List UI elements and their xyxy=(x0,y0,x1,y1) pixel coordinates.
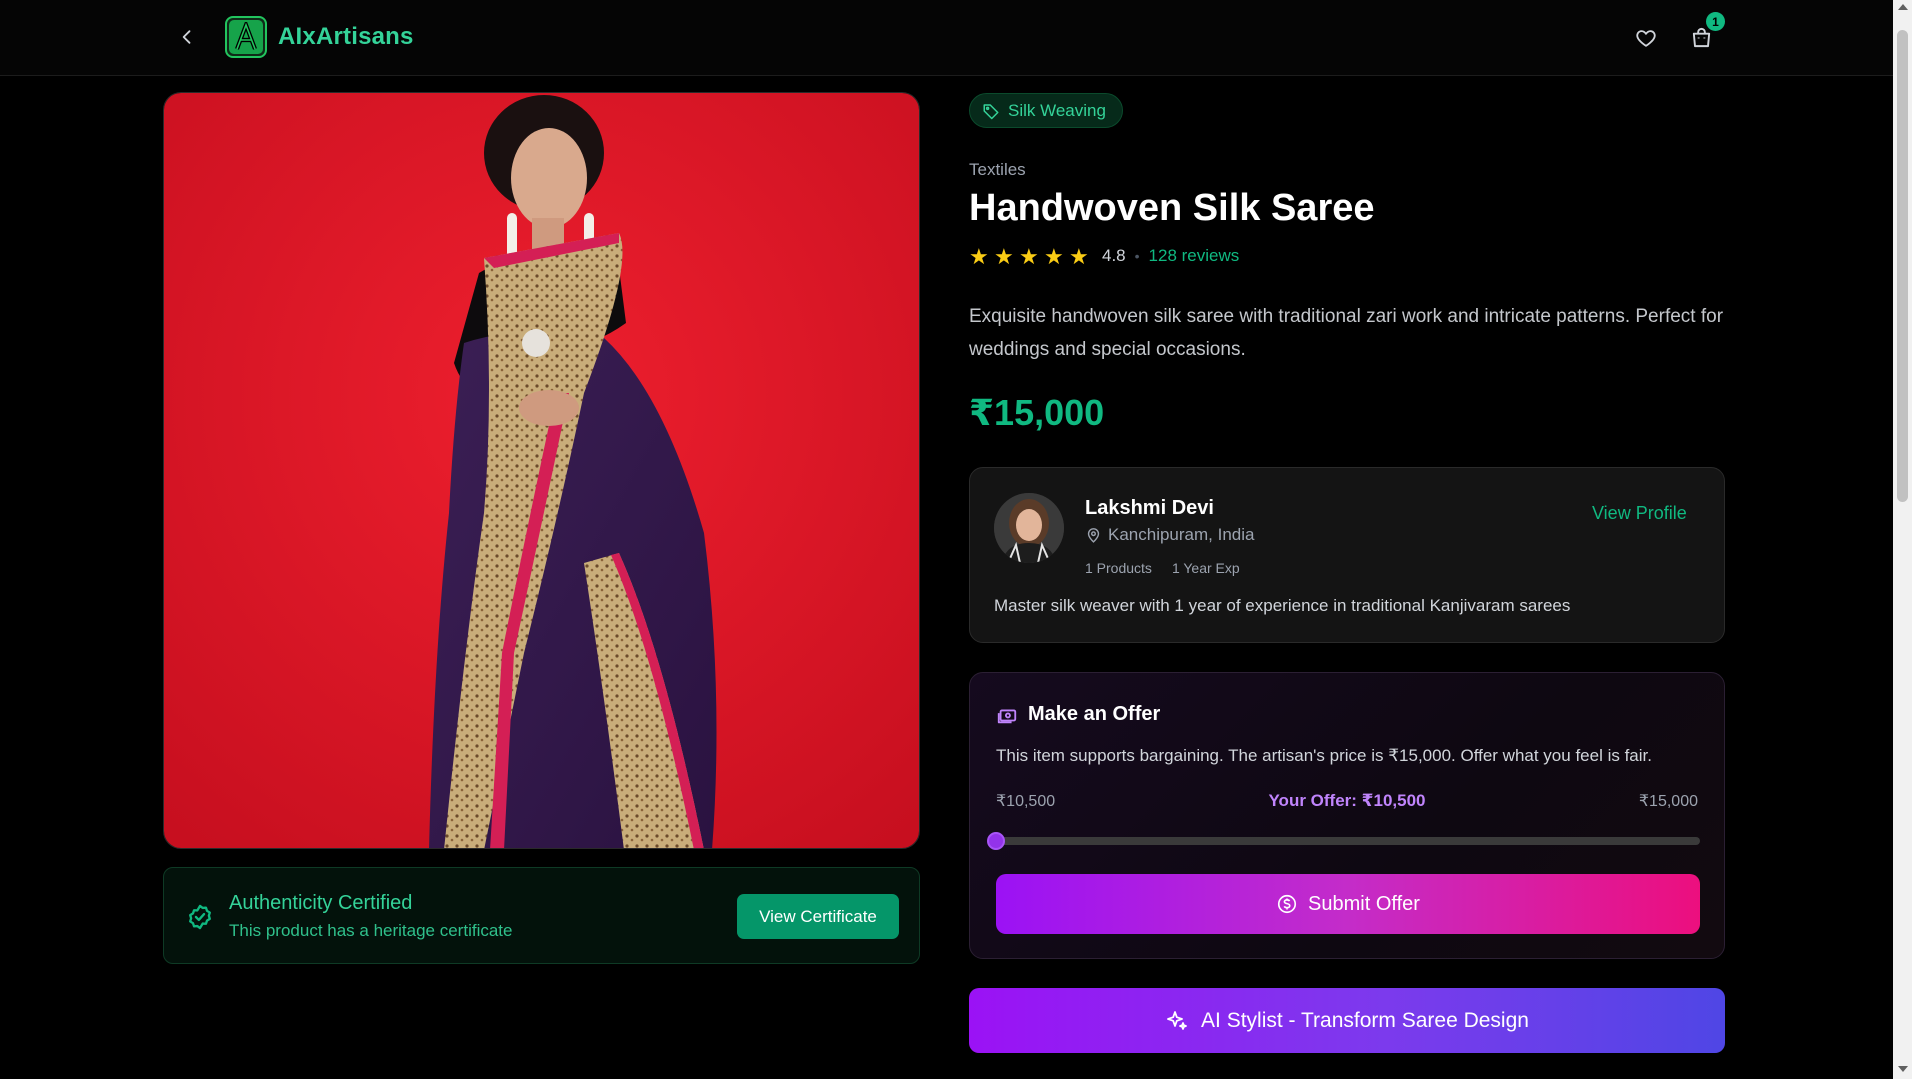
offer-slider-thumb[interactable] xyxy=(987,832,1005,850)
star-icon: ★ xyxy=(994,243,1014,269)
star-icon: ★ xyxy=(969,243,989,269)
offer-description: This item supports bargaining. The artis… xyxy=(996,746,1652,765)
cash-icon xyxy=(997,709,1017,723)
view-certificate-button[interactable]: View Certificate xyxy=(737,894,899,939)
offer-title: Make an Offer xyxy=(1028,703,1161,725)
artisan-location-text: Kanchipuram, India xyxy=(1108,525,1255,544)
sparkles-icon xyxy=(1167,1010,1187,1030)
product-title: Handwoven Silk Saree xyxy=(969,187,1375,229)
chevron-left-icon xyxy=(182,30,191,44)
artisan-stats: 1 Products 1 Year Exp xyxy=(1085,560,1240,576)
artisan-experience: 1 Year Exp xyxy=(1171,560,1240,576)
artisan-card: Lakshmi Devi Kanchipuram, India 1 Produc… xyxy=(969,467,1725,643)
scroll-down-arrow-icon[interactable] xyxy=(1898,1066,1908,1072)
separator-dot: • xyxy=(1134,248,1140,264)
saree-photo xyxy=(164,93,919,848)
make-offer-card: Make an Offer This item supports bargain… xyxy=(969,672,1725,959)
star-icon: ★ xyxy=(1019,243,1039,269)
map-pin-icon xyxy=(1087,527,1100,543)
authenticity-card: Authenticity Certified This product has … xyxy=(163,867,920,964)
ai-stylist-button[interactable]: AI Stylist - Transform Saree Design xyxy=(969,988,1725,1053)
heart-icon xyxy=(1636,30,1656,47)
artisan-products-count: 1 Products xyxy=(1085,560,1152,576)
reviews-link[interactable]: 128 reviews xyxy=(1149,246,1240,266)
dollar-coin-icon xyxy=(1277,894,1297,914)
product-image[interactable] xyxy=(163,92,920,849)
star-rating: ★ ★ ★ ★ ★ xyxy=(969,243,1090,269)
view-profile-link[interactable]: View Profile xyxy=(1592,503,1687,524)
artisan-bio: Master silk weaver with 1 year of experi… xyxy=(994,596,1571,615)
your-offer-text: Your Offer: ₹10,500 xyxy=(1268,791,1426,810)
verified-badge-icon xyxy=(189,904,211,930)
product-price: ₹15,000 xyxy=(969,392,1105,433)
offer-max-label: ₹15,000 xyxy=(1638,793,1698,810)
page-scrollbar[interactable] xyxy=(1893,0,1912,1079)
craft-tag-label: Silk Weaving xyxy=(1008,100,1106,120)
ai-stylist-label: AI Stylist - Transform Saree Design xyxy=(1201,1008,1529,1032)
offer-header: Make an Offer xyxy=(996,703,1160,726)
submit-offer-button[interactable]: Submit Offer xyxy=(996,874,1700,934)
craft-tag[interactable]: Silk Weaving xyxy=(969,93,1123,128)
back-button[interactable] xyxy=(172,22,202,52)
logo-letter-a-icon xyxy=(229,20,263,54)
star-icon: ★ xyxy=(1044,243,1064,269)
offer-slider[interactable] xyxy=(987,832,1700,850)
scrollbar-thumb[interactable] xyxy=(1897,30,1908,502)
top-navigation-bar: AIxArtisans 1 xyxy=(0,0,1893,76)
tag-icon xyxy=(983,103,999,119)
brand-name[interactable]: AIxArtisans xyxy=(278,23,414,51)
rating-value: 4.8 xyxy=(1102,246,1126,265)
artisan-avatar[interactable] xyxy=(994,493,1064,563)
artisan-location: Kanchipuram, India xyxy=(1085,525,1254,545)
scroll-up-arrow-icon[interactable] xyxy=(1898,4,1908,10)
wishlist-button[interactable] xyxy=(1632,24,1660,52)
star-icon: ★ xyxy=(1069,243,1089,269)
artisan-name: Lakshmi Devi xyxy=(1085,497,1214,519)
submit-offer-label: Submit Offer xyxy=(1308,892,1420,915)
your-offer-value: Your Offer: ₹10,500 xyxy=(970,791,1724,811)
authenticity-subtitle: This product has a heritage certificate xyxy=(229,921,513,940)
product-category: Textiles xyxy=(969,160,1026,179)
authenticity-title: Authenticity Certified xyxy=(229,892,413,914)
rating-row: ★ ★ ★ ★ ★ 4.8 • 128 reviews xyxy=(969,244,1239,268)
brand-logo[interactable] xyxy=(225,16,267,58)
cart-count-badge: 1 xyxy=(1706,12,1725,31)
product-description: Exquisite handwoven silk saree with trad… xyxy=(969,306,1724,360)
